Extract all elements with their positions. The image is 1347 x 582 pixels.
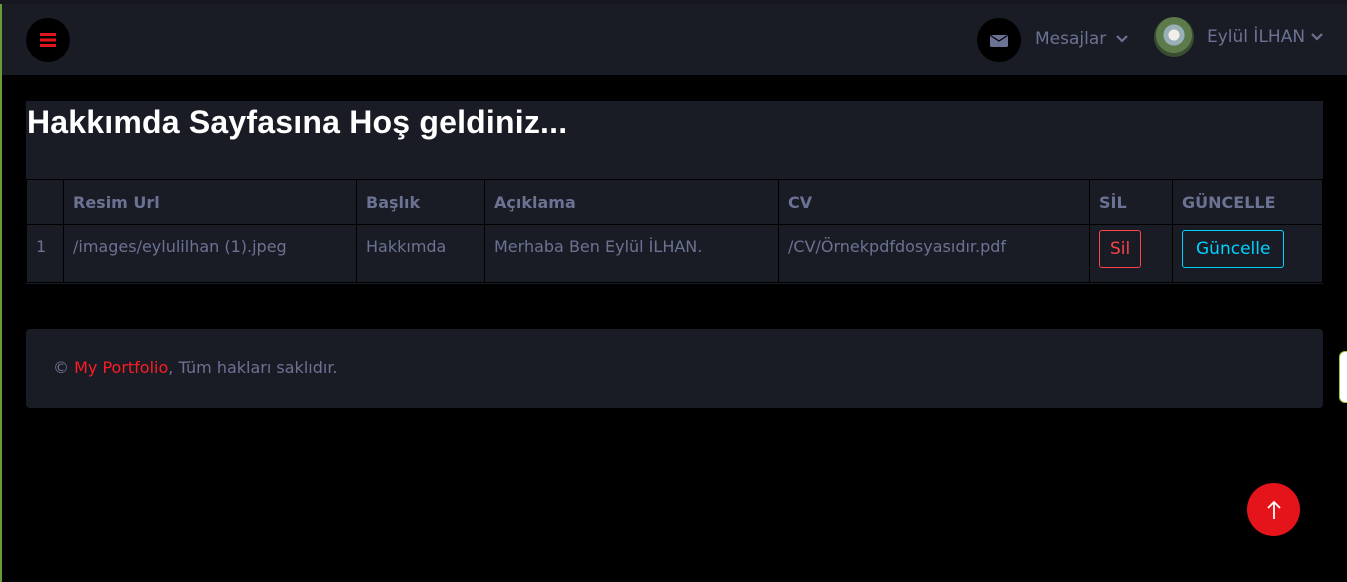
column-header-update: GÜNCELLE xyxy=(1172,179,1323,225)
row-update-cell: Güncelle xyxy=(1172,224,1323,283)
envelope-icon xyxy=(990,34,1008,47)
row-delete-cell: Sil xyxy=(1089,224,1173,283)
user-avatar[interactable] xyxy=(1154,17,1194,57)
chevron-down-icon[interactable] xyxy=(1311,33,1323,41)
delete-button[interactable]: Sil xyxy=(1099,230,1142,268)
row-image-url: /images/eylulilhan (1).jpeg xyxy=(63,224,357,283)
side-feedback-tab[interactable] xyxy=(1339,351,1347,403)
column-header-index xyxy=(26,179,64,225)
table-row: 1 /images/eylulilhan (1).jpeg Hakkımda M… xyxy=(26,224,1323,283)
update-button[interactable]: Güncelle xyxy=(1182,230,1285,268)
page-title: Hakkımda Sayfasına Hoş geldiniz... xyxy=(27,104,568,140)
page-footer: © My Portfolio, Tüm hakları saklıdır. xyxy=(26,329,1323,408)
column-header-delete: SİL xyxy=(1089,179,1173,225)
footer-rights-text: , Tüm hakları saklıdır. xyxy=(168,358,338,377)
scroll-to-top-button[interactable] xyxy=(1247,483,1300,536)
column-header-image-url: Resim Url xyxy=(63,179,357,225)
portfolio-link[interactable]: My Portfolio xyxy=(74,358,168,377)
row-cv: /CV/Örnekpdfdosyasıdır.pdf xyxy=(778,224,1090,283)
top-navbar: Mesajlar Eylül İLHAN xyxy=(2,4,1347,75)
row-index: 1 xyxy=(26,224,64,283)
row-description: Merhaba Ben Eylül İLHAN. xyxy=(484,224,779,283)
column-header-cv: CV xyxy=(778,179,1090,225)
messages-button[interactable] xyxy=(977,18,1021,62)
column-header-title: Başlık xyxy=(356,179,485,225)
chevron-down-icon[interactable] xyxy=(1116,35,1128,43)
bars-icon xyxy=(40,33,56,47)
user-name[interactable]: Eylül İLHAN xyxy=(1207,27,1305,47)
about-table: Resim Url Başlık Açıklama CV SİL GÜNCELL… xyxy=(26,179,1323,283)
column-header-description: Açıklama xyxy=(484,179,779,225)
table-header-row: Resim Url Başlık Açıklama CV SİL GÜNCELL… xyxy=(26,179,1323,225)
menu-toggle-button[interactable] xyxy=(26,18,70,62)
arrow-up-icon xyxy=(1266,500,1281,519)
messages-label[interactable]: Mesajlar xyxy=(1035,29,1106,49)
left-edge-bar xyxy=(0,0,2,582)
copyright-symbol: © xyxy=(53,358,69,377)
footer-text: © My Portfolio, Tüm hakları saklıdır. xyxy=(53,358,338,377)
row-title: Hakkımda xyxy=(356,224,485,283)
